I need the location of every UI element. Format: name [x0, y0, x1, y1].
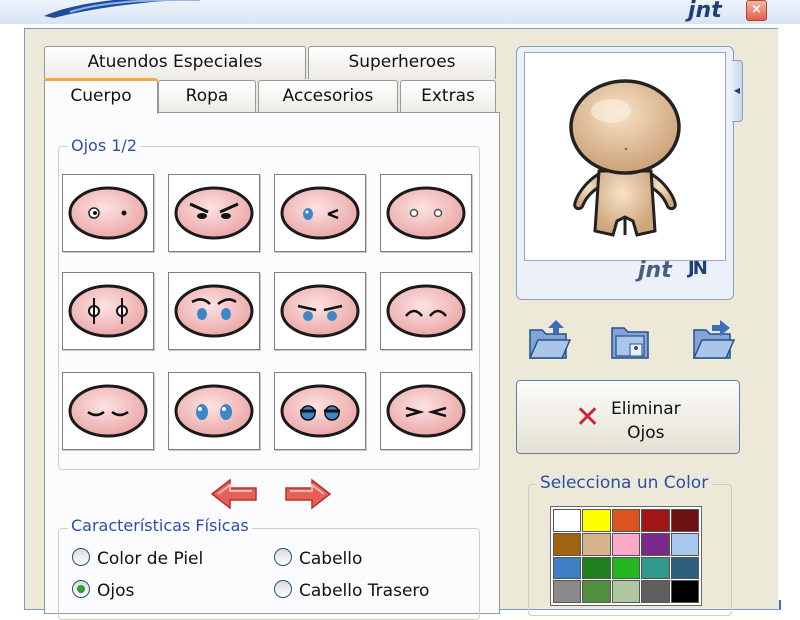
eye-option-blue-brows[interactable]	[168, 272, 260, 350]
save-folder-icon[interactable]	[608, 318, 654, 362]
features-group	[58, 528, 480, 620]
open-folder-icon[interactable]	[526, 318, 572, 362]
color-group-legend: Selecciona un Color	[536, 473, 713, 493]
color-swatch[interactable]	[670, 556, 699, 580]
close-button[interactable]: ×	[746, 0, 767, 21]
delete-x-icon: ✕	[575, 400, 601, 435]
tab-ropa[interactable]: Ropa	[158, 80, 256, 113]
radio-label: Ojos	[97, 581, 135, 601]
radio-label: Color de Piel	[97, 549, 204, 569]
eye-option-pierrot[interactable]	[62, 272, 154, 350]
brand-title: jnt	[688, 0, 722, 23]
eye-pierrot-icon	[68, 284, 148, 338]
delete-label-line2: Ojos	[627, 423, 665, 443]
export-folder-icon[interactable]	[690, 318, 736, 362]
tab-atuendos-especiales[interactable]: Atuendos Especiales	[44, 46, 306, 79]
eye-option-happy-arcs[interactable]	[380, 272, 472, 350]
preview-brand: jnt	[638, 258, 672, 283]
delete-eyes-button[interactable]: ✕ Eliminar Ojos	[516, 380, 740, 454]
eye-dots-icon	[68, 186, 148, 240]
eye-sleepy-icon	[68, 384, 148, 438]
eyes-group-legend: Ojos 1/2	[68, 136, 140, 155]
tab-cuerpo[interactable]: Cuerpo	[44, 78, 158, 114]
eye-blue-brows-icon	[174, 284, 254, 338]
radio-indicator[interactable]	[274, 548, 292, 566]
radio-indicator-selected[interactable]	[72, 580, 90, 598]
eye-option-half-lid[interactable]	[274, 372, 366, 450]
eye-blue-big-icon	[174, 384, 254, 438]
tab-accesorios[interactable]: Accesorios	[258, 80, 398, 113]
color-swatch[interactable]	[641, 509, 670, 532]
radio-label: Cabello	[299, 549, 363, 569]
features-group-legend: Características Físicas	[68, 516, 252, 535]
panel-collapse-handle[interactable]: ◀	[732, 60, 743, 122]
delete-button-label: Eliminar Ojos	[611, 397, 681, 445]
eye-wink-icon	[280, 186, 360, 240]
eye-small-rings-icon	[386, 186, 466, 240]
color-swatch[interactable]	[553, 556, 582, 580]
tab-superheroes[interactable]: Superheroes	[308, 46, 496, 79]
color-swatch[interactable]	[670, 509, 699, 532]
tab-extras[interactable]: Extras	[400, 80, 496, 113]
color-swatch[interactable]	[582, 556, 611, 580]
eye-option-blue-frown[interactable]	[274, 272, 366, 350]
title-bar: jnt ×	[0, 0, 800, 24]
color-swatch[interactable]	[611, 509, 641, 532]
eye-squint-icon	[386, 384, 466, 438]
preview-canvas	[524, 52, 726, 261]
radio-label: Cabello Trasero	[299, 581, 430, 601]
color-palette	[550, 506, 702, 606]
color-swatch[interactable]	[582, 509, 611, 532]
character-figure-icon	[569, 79, 681, 237]
color-swatch[interactable]	[641, 556, 670, 580]
color-swatch[interactable]	[670, 532, 699, 556]
radio-cabello[interactable]: Cabello	[274, 548, 362, 569]
eye-happy-arcs-icon	[386, 284, 466, 338]
color-swatch[interactable]	[611, 556, 641, 580]
red-arrow-left-icon[interactable]	[208, 476, 260, 512]
window-edge	[778, 24, 800, 600]
preview-badge: JN	[688, 258, 708, 279]
eye-blue-frown-icon	[280, 284, 360, 338]
eye-option-angry[interactable]	[168, 174, 260, 252]
eye-half-lid-icon	[280, 384, 360, 438]
radio-ojos[interactable]: Ojos	[72, 580, 134, 601]
eye-option-dots[interactable]	[62, 174, 154, 252]
eye-option-sleepy[interactable]	[62, 372, 154, 450]
eye-angry-icon	[174, 186, 254, 240]
red-arrow-right-icon[interactable]	[282, 476, 334, 512]
color-swatch[interactable]	[641, 532, 670, 556]
color-swatch[interactable]	[553, 532, 582, 556]
radio-indicator[interactable]	[274, 580, 292, 598]
eye-option-squint[interactable]	[380, 372, 472, 450]
eye-option-wink[interactable]	[274, 174, 366, 252]
color-swatch[interactable]	[582, 532, 611, 556]
eye-option-blue-big[interactable]	[168, 372, 260, 450]
radio-cabello-trasero[interactable]: Cabello Trasero	[274, 580, 429, 601]
radio-indicator[interactable]	[72, 548, 90, 566]
eye-option-small-rings[interactable]	[380, 174, 472, 252]
delete-label-line1: Eliminar	[611, 399, 681, 419]
color-swatch[interactable]	[553, 509, 582, 532]
color-swatch[interactable]	[611, 532, 641, 556]
app-logo-icon	[44, 0, 200, 18]
radio-color-de-piel[interactable]: Color de Piel	[72, 548, 203, 569]
